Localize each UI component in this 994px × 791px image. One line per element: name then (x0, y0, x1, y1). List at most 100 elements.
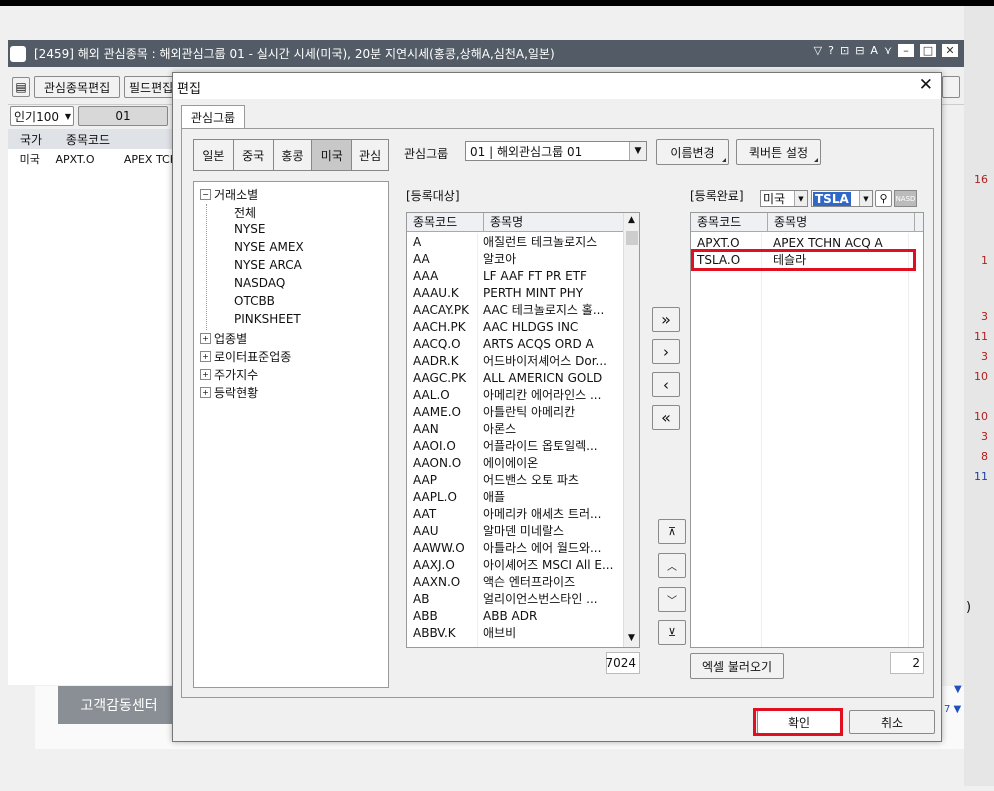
table-row[interactable]: AAGC.PK ALL AMERICN GOLD (407, 369, 623, 386)
table-row[interactable]: ABB ABB ADR (407, 607, 623, 624)
tree-item-nyse-arca[interactable]: NYSE ARCA (234, 258, 302, 272)
move-down-button[interactable]: ﹀ (658, 587, 686, 612)
scroll-down-icon[interactable]: ▼ (628, 633, 635, 643)
cancel-button[interactable]: 취소 (849, 710, 935, 734)
group-combobox[interactable]: 01 | 해외관심그룹 01 ▼ (465, 141, 647, 161)
table-row[interactable]: AAT 아메리카 애세츠 트러... (407, 505, 623, 522)
tree-item-nyse[interactable]: NYSE (234, 222, 266, 236)
excel-import-button[interactable]: 엑셀 불러오기 (690, 653, 784, 679)
table-row[interactable]: ABBV.K 애브비 (407, 624, 623, 641)
table-row[interactable]: AAWW.O 아틀라스 에어 월드와... (407, 539, 623, 556)
font-size-icon[interactable]: A (870, 44, 878, 57)
tree-node-reuters[interactable]: + 로이터표준업종 (200, 348, 291, 365)
country-tab-usa[interactable]: 미국 (312, 140, 353, 170)
move-up-button[interactable]: ︿ (658, 553, 686, 578)
table-row[interactable]: AAP 어드밴스 오토 파츠 (407, 471, 623, 488)
table-row[interactable]: AAME.O 아틀란틱 아메리칸 (407, 403, 623, 420)
tree-node-updown[interactable]: + 등락현황 (200, 384, 258, 401)
table-row[interactable]: AAL.O 아메리칸 에어라인스 ... (407, 386, 623, 403)
bg-right-button[interactable] (942, 76, 960, 98)
table-row[interactable]: AA 알코아 (407, 250, 623, 267)
table-row[interactable]: AACH.PK AAC HLDGS INC (407, 318, 623, 335)
tree-item-nasdaq[interactable]: NASDAQ (234, 276, 285, 290)
close-icon[interactable]: ✕ (942, 44, 958, 57)
ok-button-highlight (753, 708, 843, 736)
tree-item-nyse-amex[interactable]: NYSE AMEX (234, 240, 304, 254)
bg-table-header: 국가 종목코드 (8, 129, 178, 149)
table-row[interactable]: A 애질런트 테크놀로지스 (407, 233, 623, 250)
table-row[interactable]: AACAY.PK AAC 테크놀로지스 홀... (407, 301, 623, 318)
collapse-icon[interactable]: − (200, 189, 211, 200)
country-tab-china[interactable]: 중국 (233, 140, 274, 170)
row-name: 아메리칸 에어라인스 ... (483, 388, 602, 402)
maximize-icon[interactable]: □ (920, 44, 936, 57)
symbol-search-input[interactable]: TSLA ▼ (811, 190, 873, 207)
table-row[interactable]: AB 얼리이언스번스타인 ... (407, 590, 623, 607)
tree-node-industry[interactable]: + 업종별 (200, 330, 247, 347)
chevron-down-icon[interactable]: ▼ (859, 191, 872, 206)
table-row[interactable]: AAAU.K PERTH MINT PHY (407, 284, 623, 301)
rename-button[interactable]: 이름변경 (656, 139, 729, 165)
expand-icon[interactable]: + (200, 351, 211, 362)
help-icon[interactable]: ? (828, 44, 834, 57)
nasd-badge[interactable]: NASD (894, 190, 917, 207)
tree-item-otcbb[interactable]: OTCBB (234, 294, 275, 308)
group-select[interactable]: 인기100 ▼ (10, 106, 74, 126)
scroll-thumb[interactable] (626, 231, 638, 245)
dialog-close-icon[interactable]: ✕ (919, 75, 933, 95)
table-row[interactable]: AAXJ.O 아이셰어즈 MSCI All E... (407, 556, 623, 573)
customer-center-button[interactable]: 고객감동센터 (58, 686, 180, 724)
table-row[interactable]: AADR.K 어드바이저셰어스 Dor... (407, 352, 623, 369)
move-bottom-button[interactable]: ⊻ (658, 620, 686, 645)
edit-dialog: 편집 ✕ 관심그룹 일본 중국 홍콩 미국 관심 − 거래소별 전체 NYSE … (172, 72, 942, 742)
move-top-button[interactable]: ⊼ (658, 519, 686, 544)
tree-item-all[interactable]: 전체 (234, 204, 256, 221)
tree-root[interactable]: − 거래소별 (200, 186, 258, 203)
row-name: 알코아 (483, 252, 517, 266)
tree-item-pinksheet[interactable]: PINKSHEET (234, 312, 301, 326)
row-code: AA (413, 251, 430, 266)
pin-icon[interactable]: ⊡ (840, 44, 849, 57)
table-row[interactable]: AAA LF AAF FT PR ETF (407, 267, 623, 284)
row-code: AAT (413, 506, 437, 521)
table-row[interactable]: AAN 아론스 (407, 420, 623, 437)
move-left-button[interactable]: ‹ (652, 372, 680, 397)
table-row[interactable]: AAOI.O 어플라이드 옵토일렉... (407, 437, 623, 454)
expand-icon[interactable]: + (200, 369, 211, 380)
country-tab-watch[interactable]: 관심 (352, 140, 389, 170)
chat-icon[interactable]: ▽ (814, 44, 822, 57)
layout-icon[interactable]: ▤ (12, 77, 30, 97)
row-name: 아이셰어즈 MSCI All E... (483, 558, 614, 572)
right-number: 10 (974, 370, 988, 383)
move-all-right-button[interactable]: » (652, 307, 680, 332)
table-row[interactable]: AAON.O 에이에이온 (407, 454, 623, 471)
country-tab-japan[interactable]: 일본 (194, 140, 234, 170)
tree-node-index[interactable]: + 주가지수 (200, 366, 258, 383)
right-country-select[interactable]: 미국 ▼ (760, 190, 808, 207)
settings-icon[interactable]: ⋎ (884, 44, 892, 57)
table-row[interactable]: AAXN.O 액슨 엔터프라이즈 (407, 573, 623, 590)
expand-icon[interactable]: + (200, 333, 211, 344)
table-row[interactable]: AAPL.O 애플 (407, 488, 623, 505)
row-name: 아론스 (483, 422, 517, 436)
print-icon[interactable]: ⊟ (855, 44, 864, 57)
row-name: 애질런트 테크놀로지스 (483, 235, 598, 249)
table-row[interactable]: AAU 알마덴 미네랄스 (407, 522, 623, 539)
left-list-header: 종목코드 종목명 (407, 213, 623, 232)
scroll-up-icon[interactable]: ▲ (628, 215, 635, 225)
group-tab-01[interactable]: 01 (78, 106, 168, 126)
bg-window-controls[interactable]: ▽ ? ⊡ ⊟ A ⋎ – □ ✕ (814, 44, 958, 57)
tab-watch-group[interactable]: 관심그룹 (181, 105, 245, 129)
table-row[interactable]: 미국 APXT.O APEX TCH (8, 150, 178, 168)
move-right-button[interactable]: › (652, 339, 680, 364)
move-all-left-button[interactable]: « (652, 405, 680, 430)
edit-watchlist-button[interactable]: 관심종목편집 (34, 76, 120, 98)
search-icon[interactable]: ⚲ (875, 190, 892, 207)
expand-icon[interactable]: + (200, 387, 211, 398)
quick-button-settings[interactable]: 퀵버튼 설정 (736, 139, 821, 165)
dialog-titlebar: 편집 ✕ (173, 73, 941, 99)
minimize-icon[interactable]: – (898, 44, 914, 57)
left-scrollbar[interactable]: ▲ ▼ (623, 213, 639, 647)
table-row[interactable]: AACQ.O ARTS ACQS ORD A (407, 335, 623, 352)
country-tab-hongkong[interactable]: 홍콩 (273, 140, 313, 170)
